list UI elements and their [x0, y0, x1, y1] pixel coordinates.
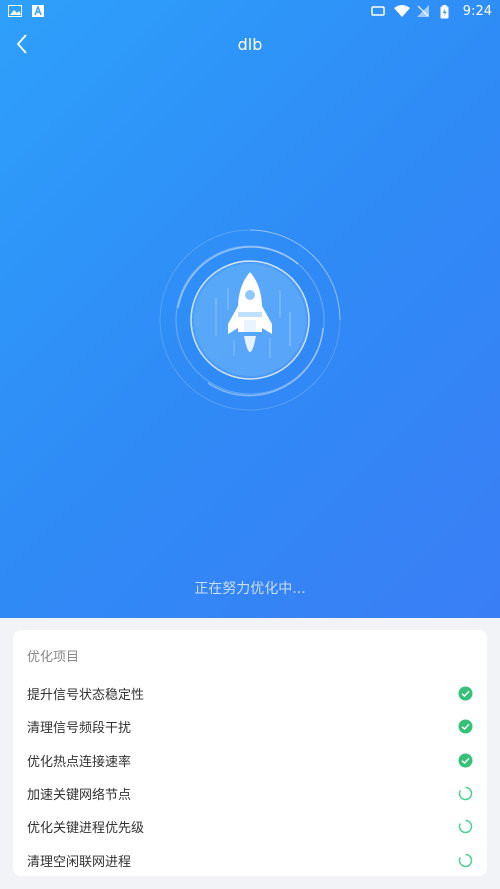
check-icon — [458, 686, 473, 701]
list-item: 优化关键进程优先级 — [27, 810, 473, 843]
no-signal-icon — [416, 5, 431, 17]
list-item: 优化热点连接速率 — [27, 744, 473, 777]
list-item: 清理空闲联网进程 — [27, 843, 473, 876]
loading-spinner-icon — [458, 786, 473, 801]
item-label: 清理空闲联网进程 — [27, 854, 132, 870]
optimizing-status-text: 正在努力优化中... — [194, 581, 306, 597]
item-label: 优化关键进程优先级 — [27, 821, 145, 837]
chevron-left-icon — [16, 34, 27, 54]
status-bar: 9:24 — [0, 0, 500, 22]
title-bar: dlb — [0, 26, 500, 62]
back-button[interactable] — [12, 32, 36, 56]
check-icon — [458, 719, 473, 734]
a-icon — [32, 5, 46, 17]
wifi-icon — [393, 5, 410, 17]
loading-spinner-icon — [458, 853, 473, 867]
list-item: 清理信号频段干扰 — [27, 710, 473, 743]
image-icon — [8, 5, 22, 17]
hero-background: 9:24 dlb 正在努力优化中... — [0, 0, 500, 618]
rocket-animation — [158, 228, 342, 412]
item-label: 清理信号频段干扰 — [27, 721, 132, 737]
battery-icon — [440, 5, 454, 19]
item-label: 提升信号状态稳定性 — [27, 688, 145, 704]
list-item: 提升信号状态稳定性 — [27, 677, 473, 710]
page-title: dlb — [237, 34, 263, 54]
clock: 9:24 — [462, 3, 492, 19]
loading-spinner-icon — [458, 820, 473, 834]
item-label: 优化热点连接速率 — [27, 754, 132, 770]
list-item: 加速关键网络节点 — [27, 777, 473, 810]
optimization-card: 优化项目 提升信号状态稳定性 清理信号频段干扰 优化热点连接速率 加速关键网络节… — [13, 630, 487, 876]
item-label: 加速关键网络节点 — [27, 788, 132, 804]
cast-icon — [371, 5, 385, 17]
check-icon — [458, 753, 473, 768]
card-title: 优化项目 — [27, 650, 80, 665]
